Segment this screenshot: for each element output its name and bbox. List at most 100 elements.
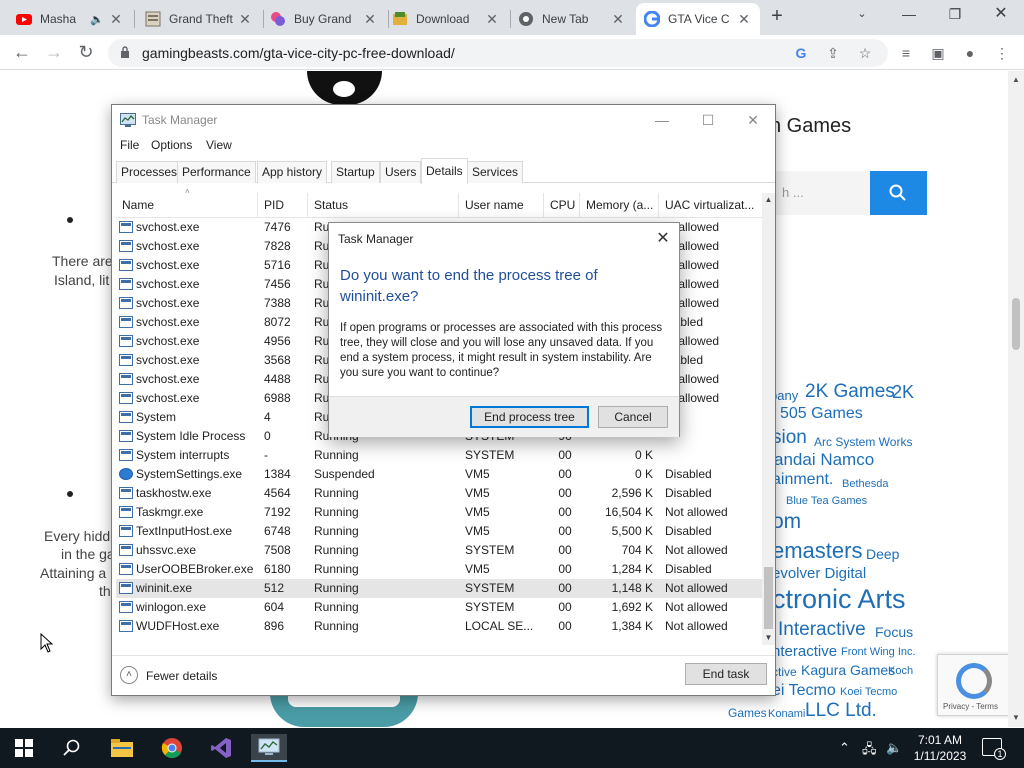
end-process-tree-button[interactable]: End process tree (470, 406, 589, 428)
table-row[interactable]: WUDFHost.exe 896 Running LOCAL SE... 00 1,384… (116, 617, 762, 636)
tag-link[interactable]: 2K Games (805, 381, 895, 403)
fewer-details-link[interactable]: Fewer details (146, 669, 217, 683)
col-memory[interactable]: Memory (a... (580, 193, 659, 218)
chrome-taskbar-button[interactable] (154, 734, 190, 762)
tab-close-icon[interactable]: ✕ (736, 11, 752, 28)
tab-app-history[interactable]: App history (257, 161, 328, 183)
address-bar[interactable]: gamingbeasts.com/gta-vice-city-pc-free-d… (108, 39, 888, 67)
minimize-button[interactable]: — (889, 4, 929, 26)
start-button[interactable] (6, 734, 42, 762)
tab-audio-icon[interactable]: 🔈 (90, 13, 104, 26)
col-status[interactable]: Status (308, 193, 459, 218)
tab-performance[interactable]: Performance (177, 161, 256, 183)
task-manager-titlebar[interactable]: Task Manager — ☐ ✕ (112, 105, 775, 135)
tag-link[interactable]: Interactive (778, 619, 866, 641)
tag-link[interactable]: ei Tecmo (772, 682, 836, 700)
table-row[interactable]: System interrupts - Running SYSTEM 00 0 K (116, 446, 762, 465)
col-user-name[interactable]: User name (459, 193, 544, 218)
end-task-button[interactable]: End task (685, 663, 767, 685)
cancel-button[interactable]: Cancel (598, 406, 668, 428)
process-scroll-thumb[interactable] (764, 567, 773, 629)
tag-link[interactable]: evolver Digital (772, 565, 866, 582)
page-scroll-thumb[interactable] (1012, 298, 1020, 350)
taskbar-clock[interactable]: 7:01 AM 1/11/2023 (912, 732, 968, 764)
tag-link[interactable]: LLC Ltd. (805, 700, 877, 722)
browser-tab[interactable]: Buy Grand ✕ (262, 3, 386, 35)
browser-tab[interactable]: Masha 🔈 ✕ (8, 3, 132, 35)
close-window-button[interactable]: ✕ (981, 4, 1021, 26)
forward-button[interactable]: → (42, 41, 66, 65)
tab-close-icon[interactable]: ✕ (484, 11, 500, 28)
scroll-up-arrow-icon[interactable]: ▲ (762, 195, 775, 204)
scroll-up-arrow-icon[interactable]: ▲ (1008, 75, 1024, 84)
share-icon[interactable]: ⇪ (824, 44, 842, 62)
col-pid[interactable]: PID (258, 193, 308, 218)
tag-link[interactable]: Koei Tecmo (840, 686, 897, 698)
chevron-up-icon[interactable]: ˄ (120, 666, 138, 684)
recaptcha-badge[interactable]: Privacy - Terms (937, 654, 1008, 716)
lock-icon[interactable] (120, 46, 130, 58)
tab-users[interactable]: Users (380, 161, 422, 183)
browser-tab[interactable]: Download ✕ (384, 3, 508, 35)
profile-avatar-icon[interactable]: ● (960, 43, 980, 63)
tab-close-icon[interactable]: ✕ (237, 11, 253, 28)
scroll-down-arrow-icon[interactable]: ▼ (762, 633, 775, 642)
tag-link[interactable]: sion (772, 427, 807, 449)
table-row[interactable]: uhssvc.exe 7508 Running SYSTEM 00 704 K Not al… (116, 541, 762, 560)
taskbar-search-button[interactable] (54, 734, 90, 762)
tab-close-icon[interactable]: ✕ (610, 11, 626, 28)
table-row[interactable]: winlogon.exe 604 Running SYSTEM 00 1,692 K Not… (116, 598, 762, 617)
media-control-icon[interactable]: ≡ (896, 43, 916, 63)
site-search-button[interactable] (870, 171, 927, 215)
tag-link[interactable]: 2K (892, 382, 914, 403)
tag-link[interactable]: om (772, 510, 801, 534)
col-uac[interactable]: UAC virtualizat... (659, 193, 762, 218)
tag-link[interactable]: Blue Tea Games (786, 495, 867, 507)
tag-link[interactable]: 505 Games (780, 405, 863, 423)
chrome-menu-icon[interactable]: ⋮ (992, 43, 1012, 63)
table-row[interactable]: wininit.exe 512 Running SYSTEM 00 1,148 K Not … (116, 579, 762, 598)
bookmark-star-icon[interactable]: ☆ (856, 44, 874, 62)
tag-link[interactable]: Konami (768, 708, 805, 720)
tag-link[interactable]: Deep (866, 546, 899, 562)
table-row[interactable]: TextInputHost.exe 6748 Running VM5 00 5,500 K… (116, 522, 762, 541)
tm-maximize-button[interactable]: ☐ (685, 109, 731, 131)
tag-link[interactable]: Kagura Games (801, 662, 895, 678)
dialog-close-button[interactable]: ✕ (652, 228, 674, 250)
tab-close-icon[interactable]: ✕ (362, 11, 378, 28)
tag-link[interactable]: Arc System Works (814, 435, 912, 449)
recaptcha-links[interactable]: Privacy - Terms (943, 702, 998, 711)
table-row[interactable]: taskhostw.exe 4564 Running VM5 00 2,596 K Disa… (116, 484, 762, 503)
tag-link[interactable]: ainment. (772, 471, 833, 489)
menu-file[interactable]: File (120, 138, 139, 152)
tag-link[interactable]: Focus (875, 624, 913, 640)
tm-close-button[interactable]: ✕ (730, 109, 776, 131)
browser-tab[interactable]: Grand Theft ✕ (137, 3, 261, 35)
process-list-scrollbar[interactable]: ▲ ▼ (762, 193, 775, 645)
url-text[interactable]: gamingbeasts.com/gta-vice-city-pc-free-d… (142, 45, 455, 61)
tm-minimize-button[interactable]: — (639, 109, 685, 131)
tab-search-icon[interactable]: ⌄ (842, 4, 882, 26)
tag-link[interactable]: nteractive (772, 643, 837, 660)
google-lens-icon[interactable]: G (792, 44, 810, 62)
tab-processes[interactable]: Processes (116, 161, 183, 183)
side-panel-icon[interactable]: ▣ (928, 43, 948, 63)
tag-link[interactable]: Games (728, 706, 767, 720)
table-row[interactable]: SystemSettings.exe 1384 Suspended VM5 00 0 K D… (116, 465, 762, 484)
network-icon[interactable]: 🖧 (862, 740, 877, 762)
page-scrollbar[interactable]: ▲ ▼ (1008, 71, 1024, 727)
tag-link[interactable]: Bethesda (842, 478, 888, 490)
col-cpu[interactable]: CPU (544, 193, 580, 218)
tag-link[interactable]: Koch (888, 665, 913, 677)
tab-startup[interactable]: Startup (331, 161, 380, 183)
browser-tab[interactable]: New Tab ✕ (510, 3, 634, 35)
back-button[interactable]: ← (10, 41, 34, 65)
tab-close-icon[interactable]: ✕ (108, 11, 124, 28)
menu-view[interactable]: View (206, 138, 232, 152)
tag-link[interactable]: Front Wing Inc. (841, 646, 916, 658)
visual-studio-button[interactable] (203, 734, 239, 762)
table-row[interactable]: UserOOBEBroker.exe 6180 Running VM5 00 1,284 … (116, 560, 762, 579)
tab-details[interactable]: Details (421, 158, 468, 184)
table-row[interactable]: Taskmgr.exe 7192 Running VM5 00 16,504 K Not a… (116, 503, 762, 522)
show-hidden-icons-chevron-icon[interactable]: ⌃ (839, 740, 850, 756)
